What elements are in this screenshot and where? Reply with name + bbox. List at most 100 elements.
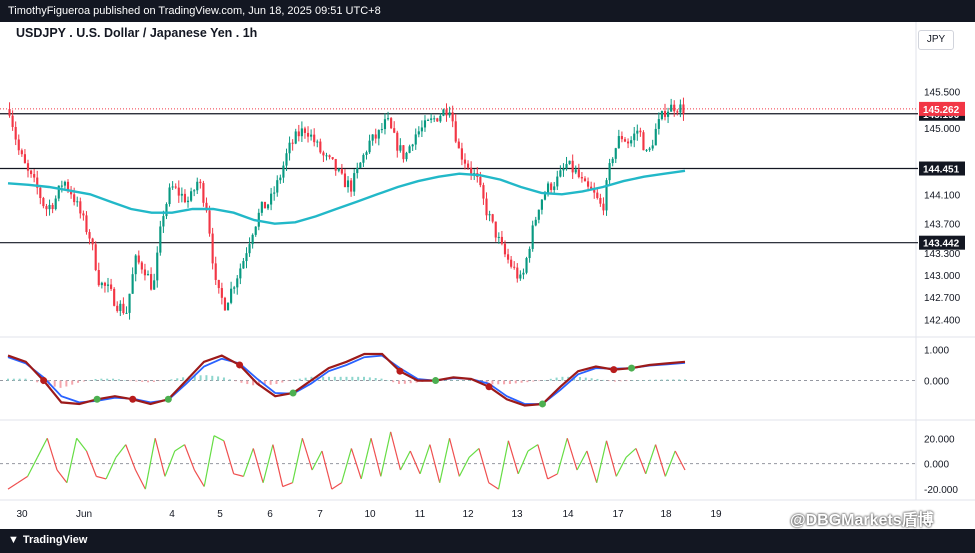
osc2-segment [203,435,215,487]
osc2-segment [586,450,598,483]
candle-body [430,118,433,120]
candle-body [14,126,17,140]
candle-body [519,274,522,279]
candle-body [8,109,11,116]
histogram-bar [24,378,27,381]
osc2-segment [184,444,195,471]
histogram-bar [345,376,348,381]
candle-body [186,200,190,203]
candle-body [503,243,507,255]
candle-body [156,252,159,281]
histogram-bar [304,377,307,381]
time-tick-label: 12 [462,509,474,520]
crossover-dot [396,367,404,375]
histogram-bar [497,380,500,385]
osc2-segment [242,448,254,477]
candle-body [180,193,183,196]
candle-body [325,155,328,157]
histogram-bar [392,380,395,383]
candle-body [146,274,150,276]
histogram-bar [292,379,295,381]
candle-body [531,225,534,249]
crossover-dot [289,389,297,397]
osc1-tick-label: 0.000 [924,377,949,388]
candle-body [676,111,679,113]
histogram-bar [228,379,231,381]
candle-body [66,181,70,190]
level-label: 143.442 [923,239,960,250]
candle-body [651,145,654,149]
histogram-bar [555,377,558,381]
currency-label[interactable]: JPY [918,30,954,50]
histogram-bar [94,379,97,381]
candle-body [488,214,491,216]
osc2-segment [164,450,176,477]
candle-body [110,284,113,289]
histogram-bar [287,380,290,382]
osc2-segment [468,447,480,458]
osc2-segment [497,440,509,490]
osc2-segment [46,438,58,471]
osc2-segment [105,457,117,480]
crossover-dot [432,377,440,385]
candle-body [233,287,236,289]
candle-body [125,312,128,314]
time-tick-label: 10 [364,509,376,520]
chart-title: USDJPY . U.S. Dollar / Japanese Yen . 1h [16,26,258,40]
histogram-bar [543,380,546,381]
candle-body [497,236,500,238]
candle-body [276,180,279,193]
histogram-bar [549,378,552,381]
histogram-bar [363,376,366,381]
candle-body [353,173,356,192]
candle-body [383,119,387,130]
chart-canvas[interactable]: 145.500 145.000 144.100 143.700 143.300 143.0… [0,22,975,529]
last-price-label: 145.262 [923,105,960,116]
time-tick-label: 14 [562,509,574,520]
candle-body [79,201,82,214]
histogram-bar [351,376,354,381]
osc2-tick-label: 20.000 [924,434,955,445]
histogram-bar [491,380,494,385]
osc2-segment [27,457,38,477]
candle-body [11,115,14,127]
candle-body [666,111,670,117]
histogram-bar [608,380,611,382]
tradingview-logo-text: TradingView [22,534,88,546]
histogram-bar [374,378,377,381]
histogram-bar [123,380,126,381]
histogram-bar [30,380,33,381]
candle-body [614,148,617,159]
candle-body [602,203,605,211]
candle-body [442,109,445,116]
candle-body [420,127,423,132]
candle-body [411,144,414,147]
osc2-segment [448,438,460,477]
histogram-bar [71,380,74,385]
candle-body [571,160,574,173]
price-tick-label: 142.700 [924,293,961,304]
candle-body [26,163,30,171]
histogram-bar [602,379,605,381]
histogram-bar [129,380,132,382]
osc2-segment [439,438,451,483]
crossover-dot [236,361,244,369]
histogram-bar [217,376,220,381]
histogram-bar [112,378,115,381]
oscillator-1-pane: 1.000 0.000 [0,345,949,408]
candle-body [230,288,233,303]
osc2-segment [615,457,627,477]
candle-body [439,115,442,122]
candle-body [553,186,556,190]
candle-body [445,109,448,116]
osc2-segment [282,482,293,488]
candle-body [239,268,242,279]
histogram-bar [538,380,541,382]
candle-body [128,293,131,313]
bottom-bar: ▼ TradingView [0,529,975,553]
candle-body [294,131,297,144]
osc2-segment [311,450,323,471]
histogram-bar [246,380,249,385]
time-tick-label: 7 [317,509,323,520]
candle-body [214,263,217,280]
